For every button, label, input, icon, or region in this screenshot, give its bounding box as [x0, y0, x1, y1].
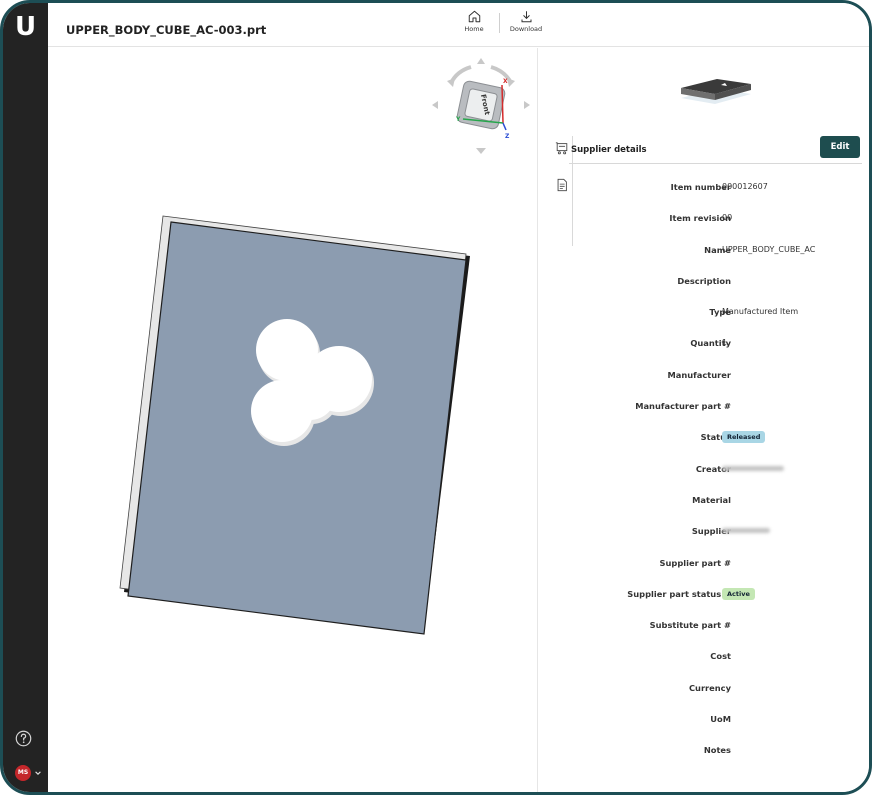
- rotate-right-icon[interactable]: [524, 101, 530, 109]
- top-bar: UPPER_BODY_CUBE_AC-003.prt Home Download: [48, 3, 869, 47]
- detail-row: Creator: [571, 458, 869, 489]
- detail-row: UoM: [571, 708, 869, 739]
- edit-button[interactable]: Edit: [820, 136, 860, 158]
- detail-value: UPPER_BODY_CUBE_AC: [722, 244, 816, 254]
- detail-row: Manufacturer part #: [571, 395, 869, 426]
- side-tabs: [553, 136, 573, 246]
- detail-value: Manufactured Item: [722, 307, 799, 317]
- user-menu[interactable]: MS: [15, 765, 43, 781]
- detail-label: Currency: [688, 682, 731, 693]
- detail-row: Supplier part #: [571, 552, 869, 583]
- detail-label: Manufacturer part #: [635, 401, 731, 412]
- detail-row: Type Manufactured Item: [571, 301, 869, 332]
- axis-y-label: Y: [455, 116, 461, 123]
- axis-x-label: X: [503, 78, 508, 85]
- detail-row: Manufacturer: [571, 364, 869, 395]
- detail-value: Released: [722, 431, 766, 444]
- part-thumbnail: [681, 79, 751, 104]
- redacted-text: [722, 528, 770, 534]
- section-title: Supplier details: [571, 145, 647, 155]
- detail-row: Supplier: [571, 520, 869, 551]
- app-logo[interactable]: U: [11, 12, 40, 43]
- detail-value: 1: [722, 338, 728, 348]
- chevron-down-icon: [35, 771, 41, 775]
- detail-row: Item number 000012607: [571, 176, 869, 207]
- document-icon[interactable]: [555, 178, 569, 192]
- view-cube[interactable]: Front X Y Z: [429, 53, 539, 158]
- toolbar-divider: [499, 13, 500, 33]
- redacted-value: [722, 526, 770, 535]
- detail-label: UoM: [710, 714, 731, 725]
- rotate-down-icon[interactable]: [476, 148, 486, 154]
- details-list: Item number 000012607 Item revision 00 Name U…: [571, 176, 869, 771]
- properties-panel: Supplier details Edit Item number 0000126…: [539, 48, 869, 792]
- cart-icon[interactable]: [555, 141, 569, 155]
- axis-z-label: Z: [505, 133, 510, 140]
- detail-label: Manufacturer: [667, 369, 731, 380]
- download-label: Download: [509, 25, 543, 33]
- detail-row: Currency: [571, 677, 869, 708]
- detail-row: Substitute part #: [571, 614, 869, 645]
- detail-label: Substitute part #: [649, 620, 731, 631]
- redacted-value: [722, 464, 784, 473]
- detail-row: Notes: [571, 739, 869, 770]
- detail-label: Notes: [703, 745, 731, 756]
- redacted-text: [722, 465, 784, 471]
- 3d-viewport[interactable]: Front X Y Z: [48, 48, 539, 792]
- detail-row: Name UPPER_BODY_CUBE_AC: [571, 239, 869, 270]
- home-button[interactable]: Home: [459, 9, 489, 45]
- rotate-up-icon[interactable]: [477, 58, 485, 64]
- detail-row: Cost: [571, 645, 869, 676]
- detail-label: Material: [692, 494, 731, 505]
- detail-label: Supplier part #: [659, 557, 732, 568]
- detail-row: Description: [571, 270, 869, 301]
- detail-row: Status Released: [571, 426, 869, 457]
- detail-label: Cost: [710, 651, 731, 662]
- home-label: Home: [464, 25, 484, 33]
- file-title: UPPER_BODY_CUBE_AC-003.prt: [66, 23, 267, 37]
- status-badge: Active: [722, 587, 755, 600]
- detail-row: Quantity 1: [571, 332, 869, 363]
- section-divider: [569, 163, 862, 164]
- rotate-left-icon[interactable]: [432, 101, 438, 109]
- part-model[interactable]: [108, 208, 488, 648]
- detail-value: 000012607: [722, 182, 768, 191]
- detail-label: Supplier part status #: [627, 588, 731, 599]
- detail-row: Supplier part status # Active: [571, 583, 869, 614]
- download-button[interactable]: Download: [506, 9, 546, 45]
- detail-row: Item revision 00: [571, 207, 869, 238]
- status-badge: Released: [722, 431, 766, 444]
- detail-row: Material: [571, 489, 869, 520]
- app-window: U MS UPPER_BODY_CUBE_AC-003.prt Home Dow…: [0, 0, 872, 795]
- detail-value: Active: [722, 587, 755, 600]
- avatar: MS: [15, 765, 31, 781]
- left-rail: U MS: [3, 3, 48, 792]
- detail-value: 00: [722, 213, 733, 223]
- home-icon: [468, 10, 480, 23]
- detail-label: Description: [677, 275, 731, 286]
- download-icon: [521, 11, 531, 23]
- help-circle-icon[interactable]: [15, 730, 32, 747]
